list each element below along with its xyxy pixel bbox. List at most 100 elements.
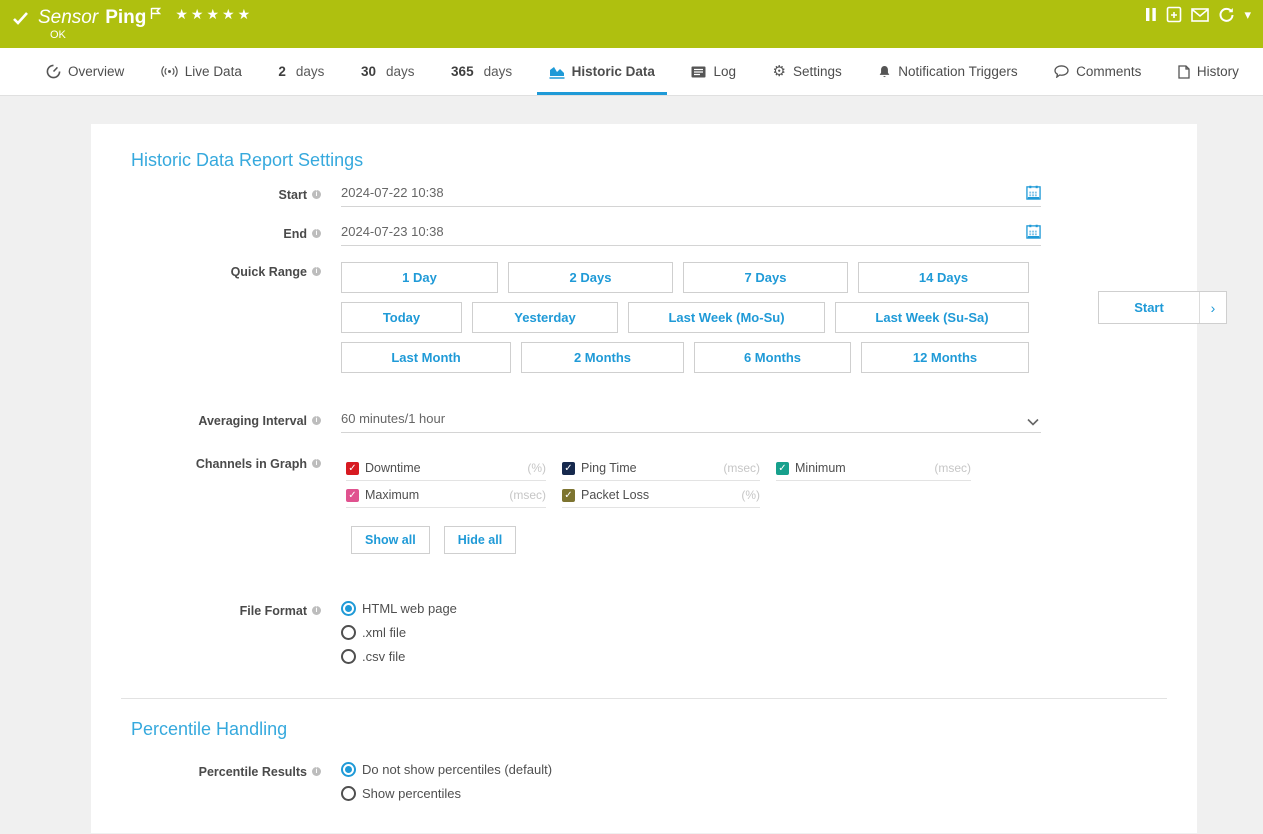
averaging-interval-select[interactable]: 60 minutes/1 hour: [341, 411, 1041, 433]
channel-checkbox[interactable]: ✓: [776, 462, 789, 475]
quick-range-1-day[interactable]: 1 Day: [341, 262, 498, 293]
radio[interactable]: [341, 786, 356, 801]
quick-range-14-days[interactable]: 14 Days: [858, 262, 1029, 293]
sensor-name: Ping: [105, 3, 146, 33]
start-date-input[interactable]: 2024-07-22 10:38: [341, 185, 1041, 207]
channel-minimum[interactable]: ✓ Minimum (msec): [776, 461, 971, 481]
start-options-arrow[interactable]: ›: [1199, 292, 1226, 323]
tab-notification-triggers[interactable]: Notification Triggers: [876, 48, 1019, 95]
gear-icon: ⚙: [773, 64, 786, 79]
channel-checkbox[interactable]: ✓: [562, 489, 575, 502]
tab-historic-data[interactable]: Historic Data: [547, 48, 657, 95]
end-label: End i: [91, 224, 321, 241]
percentile-hide-option[interactable]: Do not show percentiles (default): [341, 762, 1041, 777]
flag-icon[interactable]: [150, 7, 161, 20]
tab-history[interactable]: History: [1176, 48, 1241, 95]
tab-label: Settings: [793, 64, 842, 79]
pause-button[interactable]: [1145, 7, 1157, 22]
refresh-button[interactable]: [1218, 7, 1235, 23]
tab-label: Historic Data: [572, 64, 655, 79]
hide-all-button[interactable]: Hide all: [444, 526, 516, 554]
quick-range-12-months[interactable]: 12 Months: [861, 342, 1029, 373]
end-date-value: 2024-07-23 10:38: [341, 224, 444, 239]
channel-ping-time[interactable]: ✓ Ping Time (msec): [562, 461, 760, 481]
show-all-button[interactable]: Show all: [351, 526, 430, 554]
file-format-label: File Format i: [91, 601, 321, 618]
percentile-results-label: Percentile Results i: [91, 762, 321, 779]
sensor-type-label: Sensor: [38, 3, 98, 33]
tab-365-days[interactable]: 365 days: [449, 48, 514, 95]
chevron-down-icon: [1027, 418, 1039, 426]
start-report-button[interactable]: Start: [1099, 292, 1199, 323]
quick-range-6-months[interactable]: 6 Months: [694, 342, 851, 373]
tab-number: 2: [278, 64, 286, 79]
info-icon[interactable]: i: [312, 459, 321, 468]
tab-label: days: [386, 64, 415, 79]
tab-label: History: [1197, 64, 1239, 79]
tab-settings[interactable]: ⚙ Settings: [771, 48, 844, 95]
tab-30-days[interactable]: 30 days: [359, 48, 417, 95]
section-divider: [121, 698, 1167, 699]
priority-stars[interactable]: ★★★★★: [175, 6, 253, 23]
channel-checkbox[interactable]: ✓: [346, 489, 359, 502]
info-icon[interactable]: i: [312, 229, 321, 238]
caret-down-icon[interactable]: ▾: [1244, 7, 1251, 23]
sensor-tabbar: Overview Live Data 2 days 30 days 365 da…: [0, 48, 1263, 96]
sensor-status: OK: [50, 29, 66, 41]
channel-packet-loss[interactable]: ✓ Packet Loss (%): [562, 488, 760, 508]
file-format-csv-option[interactable]: .csv file: [341, 649, 1041, 664]
quick-range-2-days[interactable]: 2 Days: [508, 262, 673, 293]
channels-in-graph-label: Channels in Graph i: [91, 454, 321, 471]
comment-icon: [1054, 65, 1069, 78]
tab-log[interactable]: Log: [689, 48, 738, 95]
tab-label: Notification Triggers: [898, 64, 1017, 79]
create-report-button[interactable]: [1166, 6, 1182, 23]
info-icon[interactable]: i: [312, 267, 321, 276]
tab-2-days[interactable]: 2 days: [276, 48, 326, 95]
quick-range-label: Quick Range i: [91, 262, 321, 279]
area-chart-icon: [549, 65, 565, 79]
tab-label: Comments: [1076, 64, 1141, 79]
channel-maximum[interactable]: ✓ Maximum (msec): [346, 488, 546, 508]
report-settings-title: Historic Data Report Settings: [131, 150, 1197, 171]
tab-live-data[interactable]: Live Data: [159, 48, 244, 95]
sensor-header: Sensor Ping ★★★★★ OK ▾: [0, 0, 1263, 48]
file-format-xml-option[interactable]: .xml file: [341, 625, 1041, 640]
info-icon[interactable]: i: [312, 606, 321, 615]
channel-checkbox[interactable]: ✓: [562, 462, 575, 475]
radio[interactable]: [341, 649, 356, 664]
quick-range-7-days[interactable]: 7 Days: [683, 262, 848, 293]
tab-label: Live Data: [185, 64, 242, 79]
tab-label: Log: [713, 64, 736, 79]
info-icon[interactable]: i: [312, 416, 321, 425]
info-icon[interactable]: i: [312, 767, 321, 776]
channel-downtime[interactable]: ✓ Downtime (%): [346, 461, 546, 481]
quick-range-last-month[interactable]: Last Month: [341, 342, 511, 373]
quick-range-last-week-mo-su[interactable]: Last Week (Mo-Su): [628, 302, 825, 333]
calendar-icon[interactable]: [1026, 224, 1041, 239]
info-icon[interactable]: i: [312, 190, 321, 199]
quick-range-today[interactable]: Today: [341, 302, 462, 333]
percentile-show-option[interactable]: Show percentiles: [341, 786, 1041, 801]
status-ok-check-icon: [13, 12, 28, 25]
radio-selected[interactable]: [341, 601, 356, 616]
file-format-html-option[interactable]: HTML web page: [341, 601, 1041, 616]
radio-selected[interactable]: [341, 762, 356, 777]
quick-range-last-week-su-sa[interactable]: Last Week (Su-Sa): [835, 302, 1029, 333]
log-icon: [691, 66, 706, 78]
tab-overview[interactable]: Overview: [44, 48, 126, 95]
channel-checkbox[interactable]: ✓: [346, 462, 359, 475]
start-report-split-button: Start ›: [1098, 291, 1227, 324]
email-button[interactable]: [1191, 8, 1209, 22]
quick-range-2-months[interactable]: 2 Months: [521, 342, 684, 373]
radio[interactable]: [341, 625, 356, 640]
tab-comments[interactable]: Comments: [1052, 48, 1143, 95]
tab-label: days: [296, 64, 325, 79]
history-doc-icon: [1178, 65, 1190, 79]
live-data-icon: [161, 65, 178, 78]
tab-number: 30: [361, 64, 376, 79]
end-date-input[interactable]: 2024-07-23 10:38: [341, 224, 1041, 246]
settings-card: Historic Data Report Settings Start i 20…: [91, 124, 1197, 833]
quick-range-yesterday[interactable]: Yesterday: [472, 302, 618, 333]
calendar-icon[interactable]: [1026, 185, 1041, 200]
